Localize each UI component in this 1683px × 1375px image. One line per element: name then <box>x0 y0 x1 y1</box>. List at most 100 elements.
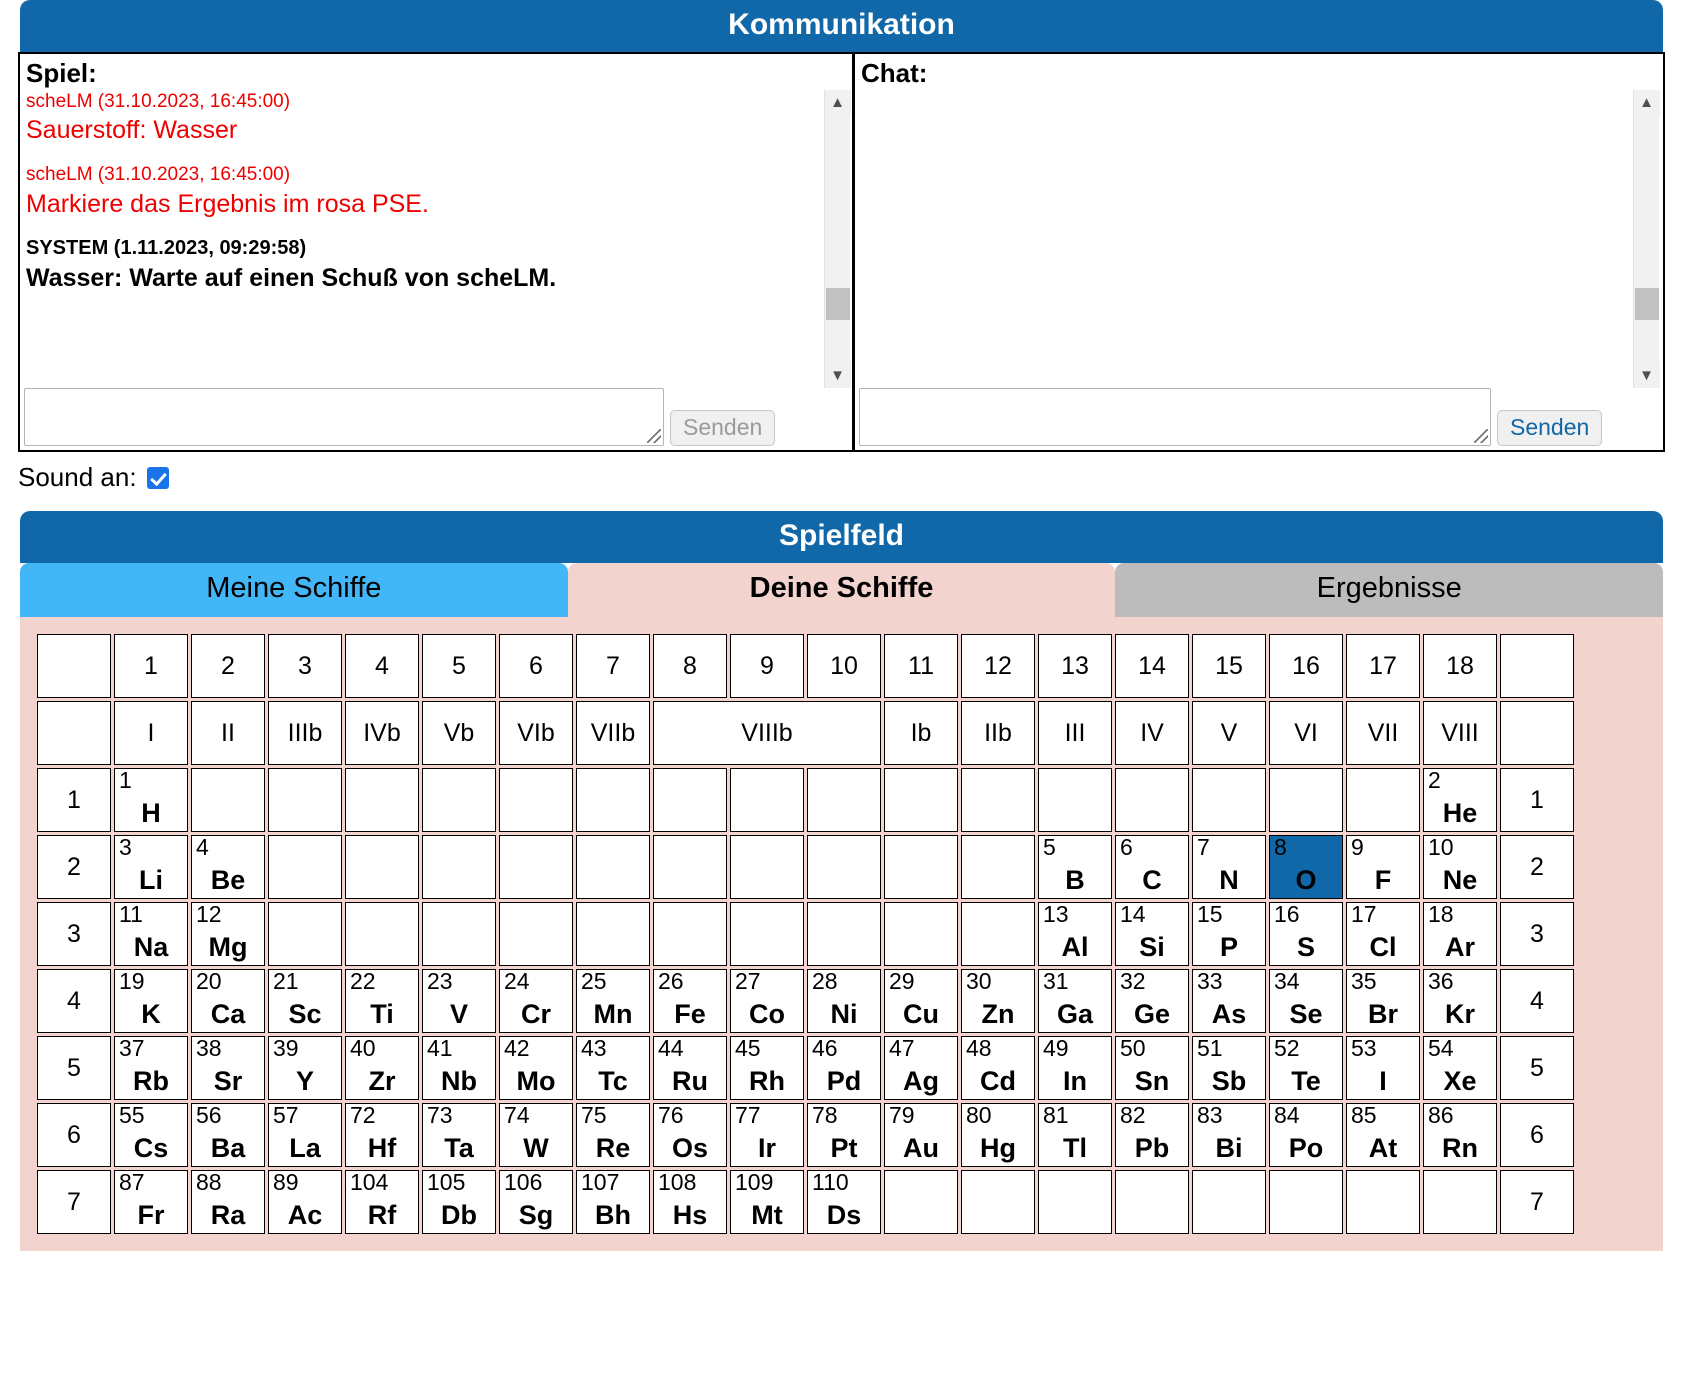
element-cell-Y[interactable]: 39 Y <box>268 1035 342 1100</box>
tab-ergebnisse[interactable]: Ergebnisse <box>1115 563 1664 617</box>
element-cell-Ds[interactable]: 110 Ds <box>807 1169 881 1234</box>
element-cell-Ac[interactable]: 89 Ac <box>268 1169 342 1234</box>
chat-message-input[interactable] <box>859 388 1491 446</box>
element-cell-Bh[interactable]: 107 Bh <box>576 1169 650 1234</box>
tab-meine-schiffe[interactable]: Meine Schiffe <box>20 563 568 617</box>
element-cell-Rf[interactable]: 104 Rf <box>345 1169 419 1234</box>
element-cell-B[interactable]: 5B <box>1038 834 1112 899</box>
element-cell-W[interactable]: 74 W <box>499 1102 573 1167</box>
element-cell-Ga[interactable]: 31 Ga <box>1038 968 1112 1033</box>
element-cell-Bi[interactable]: 83 Bi <box>1192 1102 1266 1167</box>
element-cell-Co[interactable]: 27 Co <box>730 968 804 1033</box>
element-cell-Si[interactable]: 14 Si <box>1115 901 1189 966</box>
element-cell-Al[interactable]: 13 Al <box>1038 901 1112 966</box>
element-cell-Fe[interactable]: 26 Fe <box>653 968 727 1033</box>
element-cell-Sn[interactable]: 50 Sn <box>1115 1035 1189 1100</box>
element-cell-Po[interactable]: 84 Po <box>1269 1102 1343 1167</box>
element-cell-Be[interactable]: 4 Be <box>191 834 265 899</box>
element-cell-K[interactable]: 19 K <box>114 968 188 1033</box>
element-cell-Rn[interactable]: 86 Rn <box>1423 1102 1497 1167</box>
element-cell-Mt[interactable]: 109 Mt <box>730 1169 804 1234</box>
element-cell-Ag[interactable]: 47 Ag <box>884 1035 958 1100</box>
element-cell-Te[interactable]: 52 Te <box>1269 1035 1343 1100</box>
element-cell-As[interactable]: 33 As <box>1192 968 1266 1033</box>
element-cell-Ti[interactable]: 22 Ti <box>345 968 419 1033</box>
element-cell-Hf[interactable]: 72 Hf <box>345 1102 419 1167</box>
element-cell-Zr[interactable]: 40 Zr <box>345 1035 419 1100</box>
chat-scrollbar[interactable]: ▲ ▼ <box>1633 89 1660 388</box>
element-cell-At[interactable]: 85 At <box>1346 1102 1420 1167</box>
element-cell-Re[interactable]: 75 Re <box>576 1102 650 1167</box>
element-cell-S[interactable]: 16 S <box>1269 901 1343 966</box>
element-cell-Nb[interactable]: 41 Nb <box>422 1035 496 1100</box>
element-cell-Hs[interactable]: 108 Hs <box>653 1169 727 1234</box>
element-cell-Cu[interactable]: 29 Cu <box>884 968 958 1033</box>
scroll-down-icon[interactable]: ▼ <box>824 362 851 388</box>
scroll-up-icon[interactable]: ▲ <box>824 89 851 116</box>
element-cell-Pd[interactable]: 46 Pd <box>807 1035 881 1100</box>
element-cell-Mn[interactable]: 25 Mn <box>576 968 650 1033</box>
chat-scroll-thumb[interactable] <box>1634 287 1659 320</box>
element-cell-Xe[interactable]: 54 Xe <box>1423 1035 1497 1100</box>
element-cell-Ba[interactable]: 56 Ba <box>191 1102 265 1167</box>
element-cell-Pb[interactable]: 82 Pb <box>1115 1102 1189 1167</box>
element-cell-Se[interactable]: 34 Se <box>1269 968 1343 1033</box>
element-cell-H[interactable]: 1H <box>114 767 188 832</box>
element-cell-Ir[interactable]: 77 Ir <box>730 1102 804 1167</box>
spiel-scroll-thumb[interactable] <box>825 287 850 320</box>
element-cell-Os[interactable]: 76 Os <box>653 1102 727 1167</box>
sound-checkbox[interactable] <box>146 466 169 489</box>
element-cell-Zn[interactable]: 30 Zn <box>961 968 1035 1033</box>
element-cell-Cd[interactable]: 48 Cd <box>961 1035 1035 1100</box>
spiel-send-button[interactable]: Senden <box>670 410 776 446</box>
element-cell-Ne[interactable]: 10 Ne <box>1423 834 1497 899</box>
element-cell-Ni[interactable]: 28 Ni <box>807 968 881 1033</box>
element-cell-O[interactable]: 8O <box>1269 834 1343 899</box>
element-cell-Tc[interactable]: 43 Tc <box>576 1035 650 1100</box>
element-cell-N[interactable]: 7N <box>1192 834 1266 899</box>
element-cell-Au[interactable]: 79 Au <box>884 1102 958 1167</box>
element-cell-Cs[interactable]: 55 Cs <box>114 1102 188 1167</box>
element-cell-Rh[interactable]: 45 Rh <box>730 1035 804 1100</box>
element-cell-Rb[interactable]: 37 Rb <box>114 1035 188 1100</box>
element-cell-Fr[interactable]: 87 Fr <box>114 1169 188 1234</box>
element-cell-Sc[interactable]: 21 Sc <box>268 968 342 1033</box>
element-cell-Tl[interactable]: 81 Tl <box>1038 1102 1112 1167</box>
element-cell-Ge[interactable]: 32 Ge <box>1115 968 1189 1033</box>
element-cell-Sg[interactable]: 106 Sg <box>499 1169 573 1234</box>
element-cell-Br[interactable]: 35 Br <box>1346 968 1420 1033</box>
element-cell-He[interactable]: 2 He <box>1423 767 1497 832</box>
spiel-scrollbar[interactable]: ▲ ▼ <box>824 89 851 388</box>
element-cell-Mg[interactable]: 12 Mg <box>191 901 265 966</box>
element-cell-V[interactable]: 23 V <box>422 968 496 1033</box>
element-cell-Cr[interactable]: 24 Cr <box>499 968 573 1033</box>
element-cell-I[interactable]: 53 I <box>1346 1035 1420 1100</box>
element-cell-Mo[interactable]: 42 Mo <box>499 1035 573 1100</box>
element-cell-C[interactable]: 6C <box>1115 834 1189 899</box>
element-cell-Sr[interactable]: 38 Sr <box>191 1035 265 1100</box>
chat-send-button[interactable]: Senden <box>1497 410 1603 446</box>
spiel-scroll-track[interactable] <box>825 116 851 362</box>
element-cell-Hg[interactable]: 80 Hg <box>961 1102 1035 1167</box>
element-cell-Na[interactable]: 11 Na <box>114 901 188 966</box>
spiel-message-input[interactable] <box>24 388 664 446</box>
element-cell-Ra[interactable]: 88 Ra <box>191 1169 265 1234</box>
element-cell-In[interactable]: 49 In <box>1038 1035 1112 1100</box>
chat-scroll-track[interactable] <box>1634 116 1660 362</box>
element-cell-Pt[interactable]: 78 Pt <box>807 1102 881 1167</box>
element-cell-Ar[interactable]: 18 Ar <box>1423 901 1497 966</box>
element-cell-Ru[interactable]: 44 Ru <box>653 1035 727 1100</box>
scroll-down-icon[interactable]: ▼ <box>1633 362 1660 388</box>
element-cell-Kr[interactable]: 36 Kr <box>1423 968 1497 1033</box>
element-cell-Ta[interactable]: 73 Ta <box>422 1102 496 1167</box>
element-cell-Li[interactable]: 3 Li <box>114 834 188 899</box>
tab-deine-schiffe[interactable]: Deine Schiffe <box>567 563 1116 617</box>
scroll-up-icon[interactable]: ▲ <box>1633 89 1660 116</box>
element-cell-Sb[interactable]: 51 Sb <box>1192 1035 1266 1100</box>
element-cell-La[interactable]: 57 La <box>268 1102 342 1167</box>
element-cell-Ca[interactable]: 20 Ca <box>191 968 265 1033</box>
element-cell-P[interactable]: 15 P <box>1192 901 1266 966</box>
element-cell-F[interactable]: 9F <box>1346 834 1420 899</box>
element-cell-Cl[interactable]: 17 Cl <box>1346 901 1420 966</box>
element-cell-Db[interactable]: 105 Db <box>422 1169 496 1234</box>
